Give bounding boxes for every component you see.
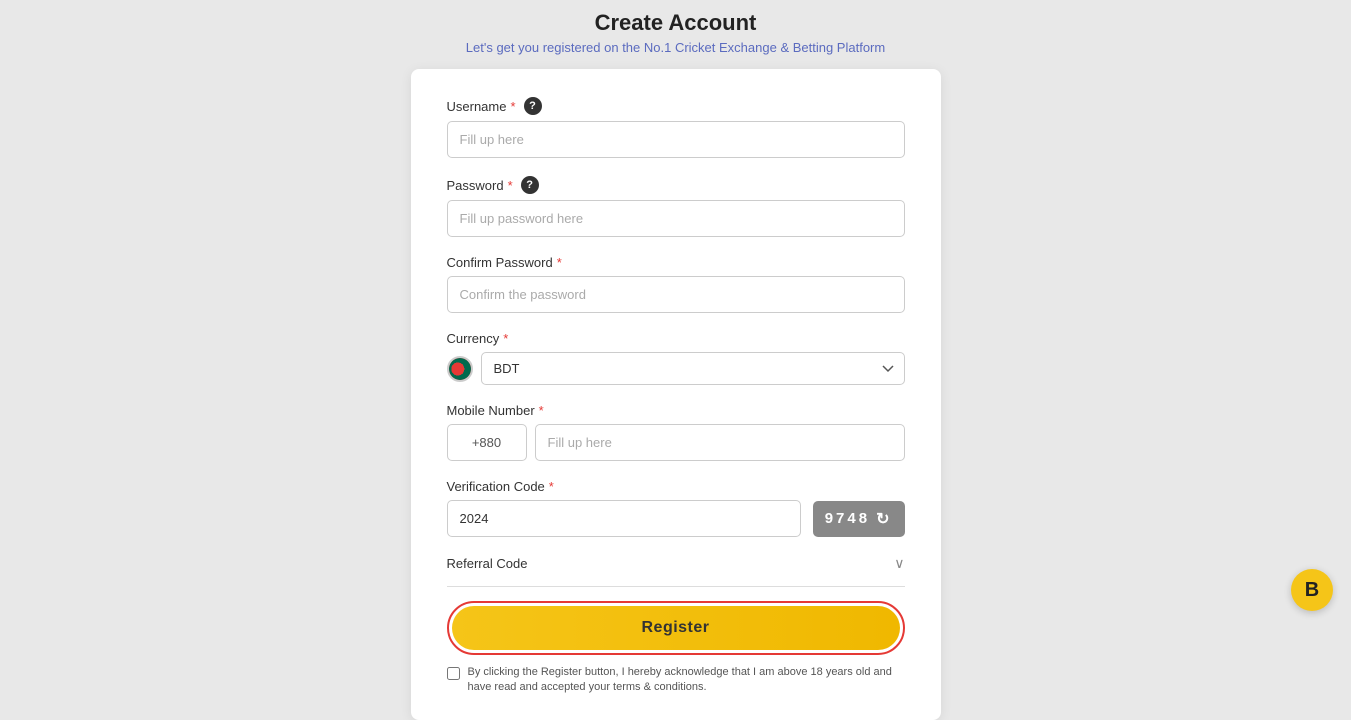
username-label: Username bbox=[447, 99, 507, 114]
username-required: * bbox=[510, 99, 515, 114]
confirm-password-label-row: Confirm Password * bbox=[447, 255, 562, 270]
currency-required: * bbox=[503, 331, 508, 346]
mobile-label-row: Mobile Number * bbox=[447, 403, 544, 418]
verification-required: * bbox=[549, 479, 554, 494]
password-required: * bbox=[508, 178, 513, 193]
flag-inner bbox=[449, 358, 471, 380]
mobile-number-input[interactable] bbox=[535, 424, 905, 461]
verification-input[interactable] bbox=[447, 500, 801, 537]
referral-label: Referral Code bbox=[447, 556, 528, 571]
currency-label: Currency bbox=[447, 331, 500, 346]
currency-group: Currency * BDT USD INR PKR bbox=[447, 331, 905, 385]
currency-label-row: Currency * bbox=[447, 331, 509, 346]
confirm-password-input[interactable] bbox=[447, 276, 905, 313]
page-title: Create Account bbox=[466, 10, 885, 36]
password-label-row: Password * ? bbox=[447, 176, 539, 194]
mobile-required: * bbox=[539, 403, 544, 418]
confirm-password-label: Confirm Password bbox=[447, 255, 553, 270]
captcha-code: 9748 bbox=[825, 510, 870, 527]
password-label: Password bbox=[447, 178, 504, 193]
register-button-wrapper: Register bbox=[447, 601, 905, 655]
terms-row: By clicking the Register button, I hereb… bbox=[447, 665, 905, 696]
floating-logo-button[interactable]: B bbox=[1291, 569, 1333, 611]
currency-select[interactable]: BDT USD INR PKR bbox=[481, 352, 905, 385]
verification-label: Verification Code bbox=[447, 479, 545, 494]
mobile-prefix-input[interactable] bbox=[447, 424, 527, 461]
header-section: Create Account Let's get you registered … bbox=[466, 10, 885, 55]
captcha-box[interactable]: 9748 ↻ bbox=[813, 501, 905, 537]
mobile-label: Mobile Number bbox=[447, 403, 535, 418]
mobile-row bbox=[447, 424, 905, 461]
terms-checkbox[interactable] bbox=[447, 667, 460, 680]
username-group: Username * ? bbox=[447, 97, 905, 158]
register-button[interactable]: Register bbox=[452, 606, 900, 650]
confirm-password-required: * bbox=[557, 255, 562, 270]
flag-icon bbox=[447, 356, 473, 382]
form-card: Username * ? Password * ? Conf bbox=[411, 69, 941, 720]
confirm-password-group: Confirm Password * bbox=[447, 255, 905, 313]
terms-text: By clicking the Register button, I hereb… bbox=[468, 665, 905, 696]
currency-row: BDT USD INR PKR bbox=[447, 352, 905, 385]
referral-row[interactable]: Referral Code ∨ bbox=[447, 555, 905, 587]
page-wrapper: Create Account Let's get you registered … bbox=[0, 0, 1351, 720]
password-help-icon[interactable]: ? bbox=[521, 176, 539, 194]
verification-row: 9748 ↻ bbox=[447, 500, 905, 537]
page-subtitle: Let's get you registered on the No.1 Cri… bbox=[466, 40, 885, 55]
username-input[interactable] bbox=[447, 121, 905, 158]
username-label-row: Username * ? bbox=[447, 97, 542, 115]
username-help-icon[interactable]: ? bbox=[524, 97, 542, 115]
refresh-icon[interactable]: ↻ bbox=[876, 509, 892, 529]
verification-group: Verification Code * 9748 ↻ bbox=[447, 479, 905, 537]
password-group: Password * ? bbox=[447, 176, 905, 237]
verification-label-row: Verification Code * bbox=[447, 479, 554, 494]
chevron-down-icon: ∨ bbox=[894, 555, 904, 572]
password-input[interactable] bbox=[447, 200, 905, 237]
mobile-group: Mobile Number * bbox=[447, 403, 905, 461]
